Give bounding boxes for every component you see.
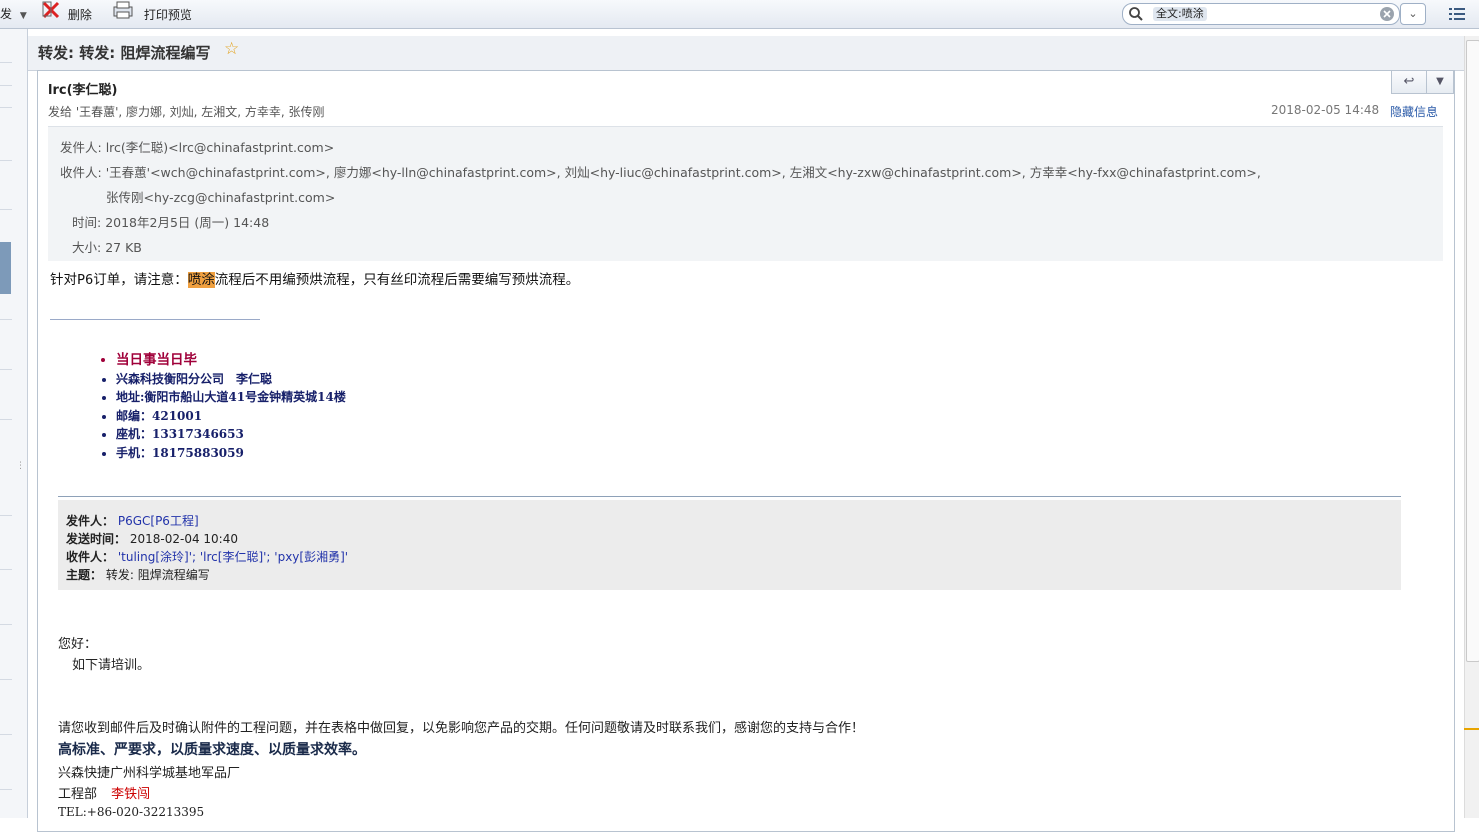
list-divider [0,569,12,570]
list-divider [0,107,12,108]
splitter-grip[interactable]: ⋮ [16,461,25,471]
search-input[interactable]: 全文:喷涂 [1122,3,1400,25]
list-divider [0,160,12,161]
to-label: 收件人: [60,165,102,180]
fwd-from-label: 发件人： [66,514,115,528]
to-row-continued: 张传刚<hy-zcg@chinafastprint.com> [106,187,335,206]
contact-person: 李铁闯 [111,787,151,802]
signature-company: 兴森科技衡阳分公司 李仁聪 [116,370,346,389]
forward-label: 发 [0,7,13,21]
search-scope-chip[interactable]: 全文:喷涂 [1153,7,1207,21]
recipients-summary: 发给 '王春蕙', 廖力娜, 刘灿, 左湘文, 方幸幸, 张传刚 [48,105,325,119]
from-row: 发件人: lrc(李仁聪)<lrc@chinafastprint.com> [60,137,334,156]
from-value[interactable]: lrc(李仁聪)<lrc@chinafastprint.com> [106,140,335,155]
from-label: 发件人: [60,140,102,155]
signature-landline: 座机：13317346653 [116,425,346,444]
time-value: 2018年2月5日 (周一) 14:48 [105,215,270,230]
page-title: 转发: 转发: 阻焊流程编写 [38,44,211,62]
company-name: 兴森快捷广州科学城基地军品厂 [58,766,241,781]
training-line: 如下请培训。 [72,658,151,673]
signature: 当日事当日毕 兴森科技衡阳分公司 李仁聪 地址:衡阳市船山大道41号金钟精英城1… [98,351,346,462]
list-divider [0,369,12,370]
fwd-sent-value: 2018-02-04 10:40 [129,532,238,546]
search-highlight: 喷涂 [187,272,215,288]
department-row: 工程部 李铁闯 [58,783,150,802]
fwd-to-row: 收件人： 'tuling[涂玲]'; 'lrc[李仁聪]'; 'pxy[彭湘勇]… [66,548,348,565]
selected-list-item[interactable] [0,242,11,294]
toolbar: 发 ▼ 删除 打印预览 全文:喷涂 ⌄ [0,0,1479,29]
list-divider [0,85,12,86]
search-hit-marker [1464,728,1479,730]
vertical-scrollbar[interactable] [1464,36,1479,818]
fwd-subject-value: 转发: 阻焊流程编写 [105,568,210,582]
list-divider [0,515,12,516]
list-divider [0,679,12,680]
slogan: 高标准、严要求，以质量求速度、以质量求效率。 [58,742,366,758]
signature-motto: 当日事当日毕 [116,351,346,370]
size-label: 大小: [72,240,102,255]
signature-address: 地址:衡阳市船山大道41号金钟精英城14楼 [116,388,346,407]
time-label: 时间: [72,215,102,230]
size-value: 27 KB [105,240,142,255]
list-divider [0,319,12,320]
forward-button[interactable]: 发 ▼ [0,0,27,28]
triangle-down-icon: ▼ [1436,76,1444,87]
time-row: 时间: 2018年2月5日 (周一) 14:48 [72,212,269,231]
list-divider [0,62,12,63]
to-value[interactable]: '王春蕙'<wch@chinafastprint.com>, 廖力娜<hy-ll… [106,165,1261,180]
body-text: 流程后不用编预烘流程，只有丝印流程后需要编写预烘流程。 [214,272,580,288]
list-divider [0,624,12,625]
reply-button[interactable]: ↩ [1391,71,1427,94]
forwarded-divider [58,496,1401,497]
printer-icon [112,0,134,30]
to-value-continued[interactable]: 张传刚<hy-zcg@chinafastprint.com> [106,190,335,205]
to-row: 收件人: '王春蕙'<wch@chinafastprint.com>, 廖力娜<… [60,162,1261,181]
fwd-sent-row: 发送时间： 2018-02-04 10:40 [66,530,238,547]
size-row: 大小: 27 KB [72,237,142,256]
list-divider [0,789,12,790]
reply-arrow-icon: ↩ [1403,74,1415,89]
message-panel: lrc(李仁聪) 发给 '王春蕙', 廖力娜, 刘灿, 左湘文, 方幸幸, 张传… [37,70,1455,832]
signature-divider [50,319,260,320]
message-body-line: 针对P6订单，请注意：喷涂流程后不用编预烘流程，只有丝印流程后需要编写预烘流程。 [50,268,579,288]
message-list-pane[interactable]: ⋮ [0,29,28,818]
greeting: 您好： [58,637,98,652]
fwd-from-value[interactable]: P6GC[P6工程] [118,514,199,528]
clear-search-icon[interactable] [1379,6,1395,26]
message-date: 2018-02-05 14:48 [1271,103,1380,117]
search-options-button[interactable]: ⌄ [1400,3,1426,25]
fwd-sent-label: 发送时间： [66,532,127,546]
fwd-from-row: 发件人： P6GC[P6工程] [66,512,199,529]
header-details: 发件人: lrc(李仁聪)<lrc@chinafastprint.com> 收件… [48,126,1443,261]
forwarded-header: 发件人： P6GC[P6工程] 发送时间： 2018-02-04 10:40 收… [58,500,1401,590]
subject-bar: 转发: 转发: 阻焊流程编写 ☆ [28,36,1464,71]
delete-button[interactable]: 删除 [40,0,92,28]
list-divider [0,734,12,735]
signature-postcode: 邮编：421001 [116,407,346,426]
department: 工程部 [58,787,98,802]
list-divider [0,209,12,210]
search-icon [1128,6,1144,26]
sender-name[interactable]: lrc(李仁聪) [48,79,117,98]
print-preview-button[interactable]: 打印预览 [112,0,192,28]
double-chevron-down-icon: ⌄ [1408,7,1418,20]
delete-label: 删除 [67,7,92,22]
list-divider [0,419,12,420]
hide-info-link[interactable]: 隐藏信息 [1390,103,1438,120]
delete-icon [40,0,62,30]
print-preview-label: 打印预览 [143,7,192,22]
fwd-to-value[interactable]: 'tuling[涂玲]'; 'lrc[李仁聪]'; 'pxy[彭湘勇]' [118,550,348,564]
fwd-to-label: 收件人： [66,550,115,564]
notice-text: 请您收到邮件后及时确认附件的工程问题，并在表格中做回复，以免影响您产品的交期。任… [58,721,865,736]
body-text: 针对P6订单，请注意： [50,272,188,288]
telephone: TEL:+86-020-32213395 [58,805,205,819]
list-menu-icon[interactable] [1448,6,1466,26]
signature-mobile: 手机：18175883059 [116,444,346,463]
fwd-subject-row: 主题： 转发: 阻焊流程编写 [66,566,210,583]
chevron-down-icon: ▼ [19,11,27,21]
scrollbar-thumb[interactable] [1466,40,1479,662]
star-icon[interactable]: ☆ [224,39,239,59]
fwd-subject-label: 主题： [66,568,103,582]
more-actions-button[interactable]: ▼ [1426,71,1454,94]
